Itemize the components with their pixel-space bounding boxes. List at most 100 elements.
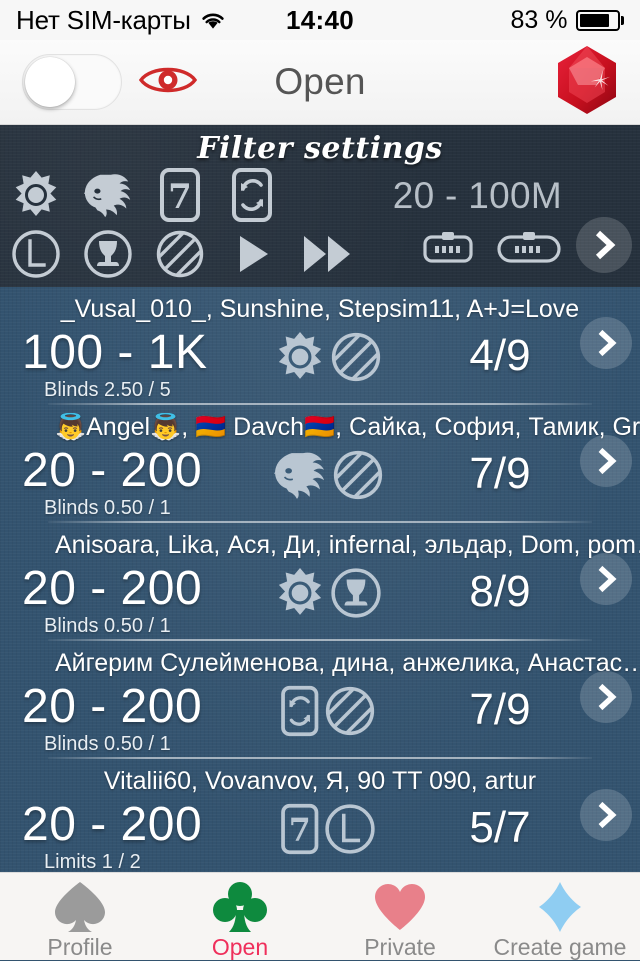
card-seven-icon: 7 [280, 803, 320, 860]
row-blinds-label: Blinds 0.50 / 1 [44, 733, 171, 755]
row-game-type-icons [258, 683, 398, 742]
filter-stake-range[interactable]: 20 - 100M [393, 175, 562, 217]
row-main: 20 - 200 Blinds 0.50 / 1 7/9 [0, 683, 640, 756]
play-icon[interactable] [226, 228, 278, 280]
filter-table-size-icons [422, 229, 562, 272]
eye-icon[interactable] [138, 63, 198, 102]
striped-circle-icon [324, 685, 376, 742]
row-stakes-label: 20 - 200 [22, 562, 203, 615]
filter-settings-panel[interactable]: Filter settings 7 20 - 100M [0, 125, 640, 287]
filter-expand-button[interactable] [576, 217, 632, 273]
indian-chief-icon[interactable] [82, 169, 134, 221]
row-stakes-label: 20 - 200 [22, 444, 203, 497]
row-main: 20 - 200 Blinds 0.50 / 1 8/9 [0, 565, 640, 638]
row-game-type-icons [258, 447, 398, 506]
indian-chief-icon [272, 449, 328, 506]
trophy-circle-icon[interactable] [82, 228, 134, 280]
carrier-label: Нет SIM-карты [16, 4, 191, 35]
row-game-type-icons: 7 [258, 801, 398, 860]
sheriff-star-icon[interactable] [10, 169, 62, 221]
chevron-right-icon [598, 447, 617, 475]
bottom-tab-bar[interactable]: Profile Open Private Create game [0, 872, 640, 960]
card-swap-icon [280, 685, 320, 742]
nav-bar: Open [0, 40, 640, 125]
row-blinds-label: Blinds 0.50 / 1 [44, 497, 171, 519]
open-games-list[interactable]: _Vusal_010_, Sunshine, Stepsim11, A+J=Lo… [0, 287, 640, 872]
chevron-right-icon [595, 230, 616, 260]
row-stakes-block: 20 - 200 Limits 1 / 2 [0, 798, 258, 873]
battery-percent-label: 83 % [510, 5, 568, 34]
heart-icon [371, 881, 429, 933]
visibility-toggle[interactable] [22, 54, 122, 110]
row-stakes-block: 20 - 200 Blinds 0.50 / 1 [0, 447, 258, 520]
row-players-label: Айгерим Сулейменова, дина, анжелика, Ана… [55, 649, 640, 677]
striped-circle-icon[interactable] [154, 228, 206, 280]
row-game-type-icons [258, 329, 398, 388]
table-row[interactable]: _Vusal_010_, Sunshine, Stepsim11, A+J=Lo… [0, 287, 640, 405]
circle-l-icon [324, 803, 376, 860]
row-blinds-label: Blinds 0.50 / 1 [44, 615, 171, 637]
row-stakes-label: 20 - 200 [22, 798, 203, 851]
row-stakes-block: 100 - 1K Blinds 2.50 / 5 [0, 329, 258, 402]
table-row[interactable]: Anisoara, Lika, Ася, Ди, infernal, эльда… [0, 523, 640, 641]
row-open-button[interactable] [580, 435, 632, 487]
sheriff-star-icon [274, 331, 326, 388]
row-open-button[interactable] [580, 789, 632, 841]
row-players-label: 👼Angel👼, 🇦🇲 Davch🇦🇲, Сайка, София, Тамик… [55, 413, 640, 441]
svg-text:7: 7 [289, 812, 311, 849]
striped-circle-icon [332, 449, 384, 506]
chevron-right-icon [598, 683, 617, 711]
club-icon [211, 881, 269, 933]
chevron-right-icon [598, 801, 617, 829]
trophy-circle-icon [330, 567, 382, 624]
fast-forward-icon[interactable] [298, 228, 356, 280]
row-players-label: Vitalii60, Vovanvov, Я, 90 TT 090, artur [103, 767, 537, 795]
row-stakes-block: 20 - 200 Blinds 0.50 / 1 [0, 683, 258, 756]
row-game-type-icons [258, 565, 398, 624]
table-row[interactable]: 👼Angel👼, 🇦🇲 Davch🇦🇲, Сайка, София, Тамик… [0, 405, 640, 523]
diamond-icon [531, 881, 589, 933]
table-row[interactable]: Vitalii60, Vovanvov, Я, 90 TT 090, artur… [0, 759, 640, 872]
row-blinds-label: Blinds 2.50 / 5 [44, 379, 171, 401]
card-seven-icon[interactable]: 7 [154, 168, 206, 222]
filter-settings-title: Filter settings [197, 131, 443, 166]
tab-private[interactable]: Private [320, 873, 480, 960]
row-open-button[interactable] [580, 671, 632, 723]
card-swap-icon[interactable] [226, 168, 278, 222]
row-open-button[interactable] [580, 317, 632, 369]
table-row[interactable]: Айгерим Сулейменова, дина, анжелика, Ана… [0, 641, 640, 759]
long-table-icon[interactable] [496, 229, 562, 272]
spade-icon [51, 881, 109, 933]
tab-label: Profile [47, 934, 113, 960]
row-stakes-label: 20 - 200 [22, 680, 203, 733]
status-bar-left: Нет SIM-карты [16, 5, 226, 36]
row-stakes-block: 20 - 200 Blinds 0.50 / 1 [0, 565, 258, 638]
tab-profile[interactable]: Profile [0, 873, 160, 960]
wifi-icon [200, 11, 226, 30]
ruby-gem-icon[interactable] [556, 45, 618, 120]
status-bar: Нет SIM-карты 14:40 83 % [0, 0, 640, 40]
row-main: 20 - 200 Limits 1 / 2 7 5/7 [0, 798, 640, 873]
row-players-label: Anisoara, Lika, Ася, Ди, infernal, эльда… [55, 531, 640, 559]
sheriff-star-icon [274, 567, 326, 624]
row-players-label: _Vusal_010_, Sunshine, Stepsim11, A+J=Lo… [60, 295, 580, 323]
row-main: 20 - 200 Blinds 0.50 / 1 7/9 [0, 447, 640, 520]
striped-circle-icon [330, 331, 382, 388]
toggle-knob [25, 57, 75, 107]
tab-label: Create game [493, 934, 627, 960]
short-table-icon[interactable] [422, 229, 474, 272]
chevron-right-icon [598, 329, 617, 357]
tab-create-game[interactable]: Create game [480, 873, 640, 960]
row-stakes-label: 100 - 1K [22, 326, 208, 379]
chevron-right-icon [598, 565, 617, 593]
status-bar-right: 83 % [511, 6, 624, 35]
filter-icons-row-2 [10, 228, 356, 280]
circle-l-icon[interactable] [10, 228, 62, 280]
row-main: 100 - 1K Blinds 2.50 / 5 4/9 [0, 329, 640, 402]
row-blinds-label: Limits 1 / 2 [44, 851, 141, 872]
svg-text:7: 7 [168, 177, 192, 217]
tab-open[interactable]: Open [160, 873, 320, 960]
row-open-button[interactable] [580, 553, 632, 605]
battery-icon [575, 9, 624, 31]
tab-label: Private [364, 934, 436, 960]
